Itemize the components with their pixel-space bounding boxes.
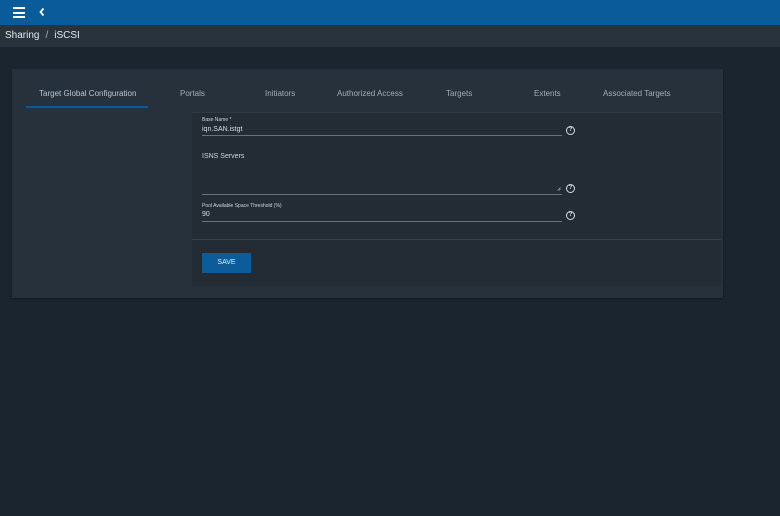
form-divider — [192, 239, 721, 240]
top-app-bar — [0, 0, 780, 25]
base-name-label: Base Name * — [202, 117, 232, 123]
isns-servers-help-icon[interactable]: ? — [566, 184, 575, 193]
global-config-form — [192, 112, 721, 286]
tab-authorized-access[interactable]: Authorized Access — [337, 89, 403, 98]
breadcrumb-separator: / — [45, 30, 49, 41]
pool-threshold-underline — [202, 221, 562, 222]
breadcrumb-item-iscsi: iSCSI — [54, 30, 80, 41]
tab-target-global-configuration[interactable]: Target Global Configuration — [39, 89, 136, 98]
breadcrumb-item-sharing[interactable]: Sharing — [5, 30, 39, 41]
tab-portals[interactable]: Portals — [180, 89, 205, 98]
pool-threshold-input[interactable]: 90 — [202, 211, 210, 218]
isns-servers-underline — [202, 194, 562, 195]
base-name-underline — [202, 135, 562, 136]
pool-threshold-label: Pool Available Space Threshold (%) — [202, 203, 282, 209]
save-button[interactable]: SAVE — [202, 253, 251, 273]
tab-associated-targets[interactable]: Associated Targets — [603, 89, 670, 98]
active-tab-indicator — [26, 106, 148, 108]
resize-handle-icon[interactable] — [557, 187, 561, 191]
base-name-input[interactable]: iqn.SAN.istgt — [202, 126, 242, 133]
tab-initiators[interactable]: Initiators — [265, 89, 295, 98]
base-name-help-icon[interactable]: ? — [566, 126, 575, 135]
breadcrumb-bar: Sharing / iSCSI — [0, 25, 780, 47]
breadcrumb: Sharing / iSCSI — [5, 25, 80, 47]
tab-targets[interactable]: Targets — [446, 89, 472, 98]
menu-icon[interactable] — [13, 7, 25, 18]
isns-servers-label: ISNS Servers — [202, 153, 245, 160]
pool-threshold-help-icon[interactable]: ? — [566, 211, 575, 220]
chevron-left-icon[interactable] — [37, 5, 47, 19]
tab-extents[interactable]: Extents — [534, 89, 561, 98]
isns-servers-textarea[interactable] — [202, 180, 557, 192]
